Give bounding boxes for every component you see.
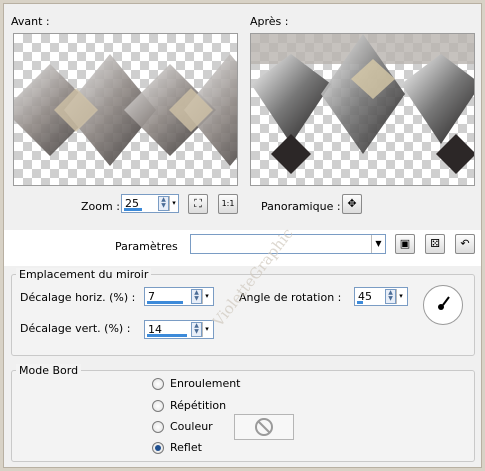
- dialog-frame: Avant : Après : Zoom: 25 ▲ ▼ ▾ ⛶ 1:1 Pa…: [3, 3, 482, 468]
- radio-repetition-label[interactable]: Répétition: [170, 399, 226, 412]
- no-color-icon: [255, 418, 273, 436]
- h-offset-label: Décalage horiz. (%) :: [20, 291, 136, 304]
- randomize-button[interactable]: ⚄: [425, 234, 445, 254]
- angle-slider-bar[interactable]: [357, 301, 363, 304]
- v-offset-spinner[interactable]: 14 ▲ ▼ ▾: [144, 320, 214, 339]
- move-arrows-icon: ✥: [347, 197, 357, 210]
- h-offset-dropdown-arrow[interactable]: ▾: [202, 289, 211, 304]
- pan-button[interactable]: ✥: [342, 194, 362, 214]
- edge-mode-title: Mode Bord: [16, 364, 82, 377]
- radio-couleur-label[interactable]: Couleur: [170, 420, 213, 433]
- h-offset-slider-bar[interactable]: [147, 301, 183, 304]
- after-label: Après :: [250, 15, 289, 28]
- angle-dial[interactable]: [423, 285, 463, 325]
- before-label: Avant :: [11, 15, 50, 28]
- floppy-disk-icon: ▣: [399, 237, 411, 250]
- radio-enroulement-button[interactable]: [152, 378, 164, 390]
- angle-arrows[interactable]: ▲ ▼: [385, 289, 396, 304]
- h-offset-spinner[interactable]: 7 ▲ ▼ ▾: [144, 287, 214, 306]
- v-offset-slider-bar[interactable]: [147, 334, 187, 337]
- color-swatch[interactable]: [234, 414, 294, 440]
- zoom-fit-button[interactable]: ⛶: [188, 194, 208, 214]
- v-offset-dropdown-arrow[interactable]: ▾: [202, 322, 211, 337]
- radio-reflet-label[interactable]: Reflet: [170, 441, 202, 454]
- angle-dropdown-arrow[interactable]: ▾: [396, 289, 405, 304]
- after-preview[interactable]: [250, 33, 475, 186]
- actual-size-icon: 1:1: [221, 199, 235, 208]
- zoom-slider-bar[interactable]: [124, 208, 142, 211]
- before-preview-image: [14, 54, 237, 166]
- zoom-dropdown-arrow[interactable]: ▾: [169, 196, 178, 211]
- angle-spinner[interactable]: 45 ▲ ▼ ▾: [354, 287, 408, 306]
- h-offset-arrows[interactable]: ▲ ▼: [191, 289, 202, 304]
- reset-arrow-icon: ↶: [460, 237, 470, 250]
- radio-reflet-button[interactable]: [152, 442, 164, 454]
- radio-enroulement-label[interactable]: Enroulement: [170, 377, 241, 390]
- presets-dropdown-arrow[interactable]: ▼: [371, 235, 385, 253]
- save-preset-button[interactable]: ▣: [395, 234, 415, 254]
- zoom-spinner[interactable]: 25 ▲ ▼ ▾: [121, 194, 179, 213]
- v-offset-label: Décalage vert. (%) :: [20, 322, 131, 335]
- panorama-label: Panoramique :: [261, 200, 341, 213]
- radio-couleur-button[interactable]: [152, 421, 164, 433]
- zoom-up-down-arrows[interactable]: ▲ ▼: [158, 196, 169, 211]
- v-offset-arrows[interactable]: ▲ ▼: [191, 322, 202, 337]
- angle-dial-needle: [438, 296, 450, 310]
- zoom-actual-size-button[interactable]: 1:1: [218, 194, 238, 214]
- dice-icon: ⚄: [430, 237, 440, 250]
- angle-label: Angle de rotation :: [239, 291, 342, 304]
- zoom-fit-icon: ⛶: [194, 197, 202, 210]
- before-preview[interactable]: [13, 33, 238, 186]
- radio-repetition-button[interactable]: [152, 400, 164, 412]
- presets-label: Paramètres: [115, 240, 178, 253]
- mirror-group-title: Emplacement du miroir: [16, 268, 152, 281]
- zoom-label: Zoom :: [81, 200, 120, 213]
- reset-button[interactable]: ↶: [455, 234, 475, 254]
- after-preview-image: [251, 34, 474, 174]
